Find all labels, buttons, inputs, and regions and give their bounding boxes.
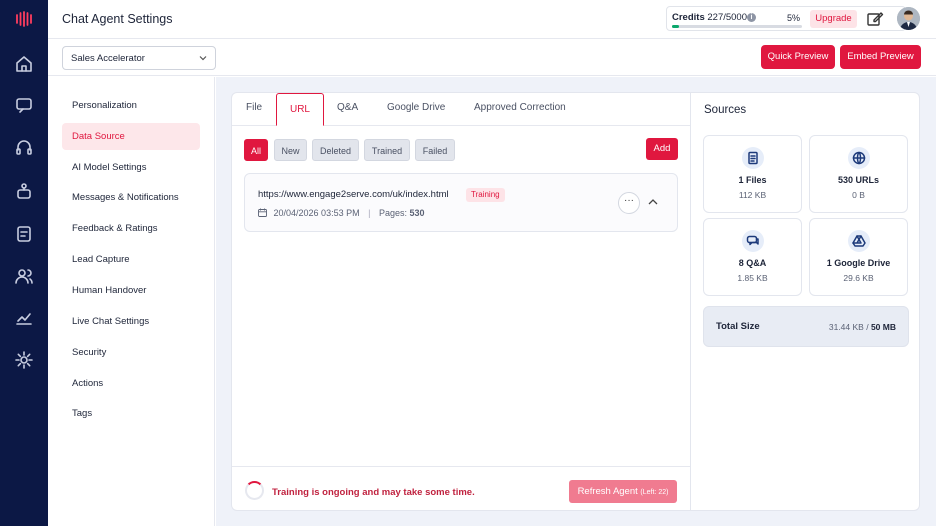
credits-percent: 5% bbox=[787, 13, 801, 23]
globe-icon bbox=[848, 147, 870, 169]
file-icon bbox=[742, 147, 764, 169]
url-date: 20/04/2026 03:53 PM bbox=[273, 208, 360, 218]
total-used: 31.44 KB bbox=[828, 322, 864, 332]
info-icon[interactable]: i bbox=[747, 13, 756, 22]
menu-item-feedback-ratings[interactable]: Feedback & Ratings bbox=[62, 215, 200, 242]
data-source-card: File URL Q&A Google Drive Approved Corre… bbox=[231, 92, 691, 511]
tab-qa[interactable]: Q&A bbox=[337, 102, 358, 113]
chevron-up-icon[interactable] bbox=[647, 196, 659, 208]
nav-rail bbox=[0, 0, 48, 526]
menu-item-personalization[interactable]: Personalization bbox=[62, 92, 200, 119]
refresh-left-count: (Left: 22) bbox=[640, 489, 669, 496]
refresh-agent-button[interactable]: Refresh Agent (Left: 22) bbox=[569, 480, 677, 503]
source-tabs: File URL Q&A Google Drive Approved Corre… bbox=[232, 93, 691, 126]
filter-new[interactable]: New bbox=[274, 139, 307, 161]
filter-failed[interactable]: Failed bbox=[415, 139, 455, 161]
credits-label: Credits bbox=[672, 12, 705, 23]
url-text: https://www.engage2serve.com/uk/index.ht… bbox=[258, 189, 449, 200]
quick-preview-button[interactable]: Quick Preview bbox=[761, 45, 835, 69]
source-drive-count: 1 Google Drive bbox=[826, 258, 891, 268]
source-urls-size: 0 B bbox=[852, 190, 865, 200]
training-footer: Training is ongoing and may take some ti… bbox=[232, 466, 691, 511]
source-urls-count: 530 URLs bbox=[837, 175, 880, 185]
training-message: Training is ongoing and may take some ti… bbox=[272, 487, 475, 498]
pages-label: Pages: bbox=[378, 208, 407, 218]
credits-value: 227/5000 bbox=[707, 12, 747, 23]
status-badge: Training bbox=[466, 188, 505, 202]
page-title: Chat Agent Settings bbox=[62, 12, 173, 26]
menu-item-ai-model-settings[interactable]: AI Model Settings bbox=[62, 154, 200, 181]
calendar-icon bbox=[258, 208, 267, 217]
chat-icon[interactable] bbox=[14, 95, 34, 115]
edit-note-icon[interactable] bbox=[866, 10, 884, 28]
total-size-value: 31.44 KB / 50 MB bbox=[829, 322, 896, 332]
sources-panel: Sources 1 Files 112 KB 530 URLs 0 B 8 Q&… bbox=[690, 92, 920, 511]
tab-approved-correction[interactable]: Approved Correction bbox=[474, 102, 566, 113]
headset-icon[interactable] bbox=[14, 138, 34, 158]
add-url-button[interactable]: Add bbox=[646, 138, 678, 160]
top-header: Chat Agent Settings Credits 227/5000 i 5… bbox=[48, 0, 936, 39]
url-meta: 20/04/2026 03:53 PM | Pages: 530 bbox=[258, 208, 425, 218]
chevron-down-icon bbox=[199, 56, 207, 61]
meta-separator: | bbox=[368, 208, 371, 218]
menu-item-data-source[interactable]: Data Source bbox=[62, 123, 200, 150]
agent-select-value: Sales Accelerator bbox=[71, 53, 145, 64]
user-avatar[interactable] bbox=[897, 7, 920, 30]
settings-gear-icon[interactable] bbox=[14, 350, 34, 370]
source-tile-files[interactable]: 1 Files 112 KB bbox=[703, 135, 802, 213]
tab-file[interactable]: File bbox=[246, 102, 262, 113]
brand-logo-icon[interactable] bbox=[14, 9, 34, 29]
tab-google-drive[interactable]: Google Drive bbox=[387, 102, 445, 113]
menu-item-live-chat-settings[interactable]: Live Chat Settings bbox=[62, 308, 200, 335]
menu-item-actions[interactable]: Actions bbox=[62, 370, 200, 397]
source-qa-size: 1.85 KB bbox=[737, 273, 768, 283]
menu-item-lead-capture[interactable]: Lead Capture bbox=[62, 246, 200, 273]
users-icon[interactable] bbox=[14, 266, 34, 286]
chat-icon bbox=[742, 230, 764, 252]
more-options-icon[interactable]: ··· bbox=[618, 192, 640, 214]
upgrade-button[interactable]: Upgrade bbox=[810, 10, 857, 28]
menu-item-security[interactable]: Security bbox=[62, 339, 200, 366]
credits-progress-track bbox=[672, 25, 802, 28]
menu-item-tags[interactable]: Tags bbox=[62, 400, 200, 427]
filter-trained[interactable]: Trained bbox=[364, 139, 410, 161]
source-files-size: 112 KB bbox=[738, 190, 767, 200]
bot-icon[interactable] bbox=[14, 181, 34, 201]
credits-progress-fill bbox=[672, 25, 679, 28]
agent-select[interactable]: Sales Accelerator bbox=[62, 46, 216, 70]
embed-preview-button[interactable]: Embed Preview bbox=[840, 45, 921, 69]
sources-title: Sources bbox=[704, 104, 747, 116]
filter-all[interactable]: All bbox=[244, 139, 268, 161]
total-max: 50 MB bbox=[870, 322, 896, 332]
menu-item-messages-notifications[interactable]: Messages & Notifications bbox=[62, 184, 200, 211]
filter-deleted[interactable]: Deleted bbox=[312, 139, 359, 161]
source-tile-urls[interactable]: 530 URLs 0 B bbox=[809, 135, 908, 213]
source-files-count: 1 Files bbox=[738, 175, 767, 185]
total-size-box: Total Size 31.44 KB / 50 MB bbox=[703, 306, 909, 347]
total-size-label: Total Size bbox=[716, 321, 760, 332]
home-icon[interactable] bbox=[14, 54, 34, 74]
url-list-item[interactable]: https://www.engage2serve.com/uk/index.ht… bbox=[244, 173, 678, 232]
tasks-icon[interactable] bbox=[14, 224, 34, 244]
source-tile-google-drive[interactable]: 1 Google Drive 29.6 KB bbox=[809, 218, 908, 296]
refresh-agent-label: Refresh Agent bbox=[577, 486, 638, 497]
settings-menu: Personalization Data Source AI Model Set… bbox=[48, 77, 215, 526]
analytics-icon[interactable] bbox=[14, 308, 34, 328]
sub-toolbar: Sales Accelerator Quick Preview Embed Pr… bbox=[48, 39, 936, 76]
total-separator: / bbox=[866, 322, 869, 332]
source-drive-size: 29.6 KB bbox=[843, 273, 874, 283]
loading-spinner-icon bbox=[245, 481, 264, 500]
pages-value: 530 bbox=[409, 208, 425, 218]
source-tile-qa[interactable]: 8 Q&A 1.85 KB bbox=[703, 218, 802, 296]
menu-item-human-handover[interactable]: Human Handover bbox=[62, 277, 200, 304]
drive-icon bbox=[848, 230, 870, 252]
tab-url[interactable]: URL bbox=[276, 93, 324, 126]
source-qa-count: 8 Q&A bbox=[738, 258, 767, 268]
